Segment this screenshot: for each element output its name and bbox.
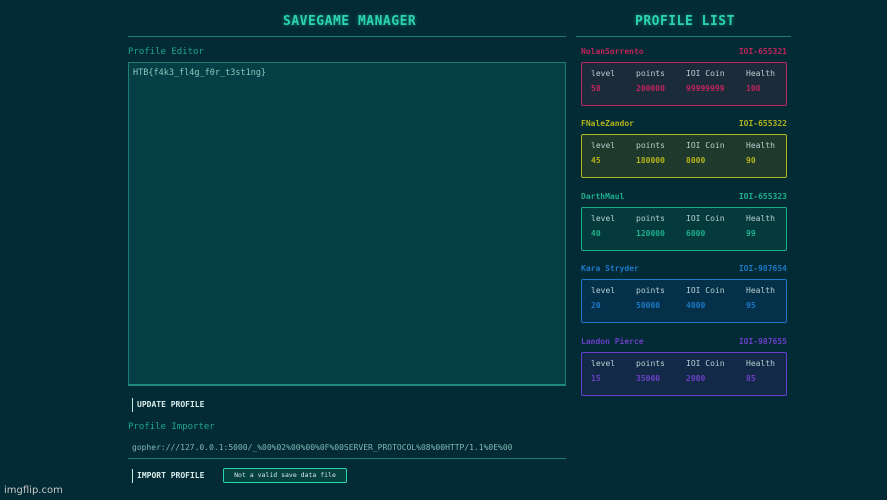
profile-name: NolanSorrento — [581, 47, 644, 56]
stat-value: 85 — [746, 374, 756, 383]
profile-id: IOI-655322 — [738, 119, 787, 128]
stat-header: Health — [746, 141, 775, 150]
stat-value: 120000 — [636, 229, 665, 238]
profile-name: Kara Stryder — [581, 264, 639, 273]
stat-header: Health — [746, 286, 775, 295]
stat-value: 15 — [591, 374, 601, 383]
stat-value: 50 — [591, 84, 601, 93]
profile-card[interactable]: level 45 points 180000 IOI Coin 8000 Health 90 — [581, 134, 787, 178]
stat-value: 99999999 — [686, 84, 725, 93]
stat-value: 2000 — [686, 374, 706, 383]
stat-header: points — [636, 359, 665, 368]
profile-id: IOI-987654 — [738, 264, 787, 273]
stat-header: IOI Coin — [686, 359, 725, 368]
profile-id: IOI-655323 — [738, 192, 787, 201]
profile-card[interactable]: level 15 points 35000 IOI Coin 2000 Health 85 — [581, 352, 787, 396]
profile-name: Landon Pierce — [581, 337, 644, 346]
stat-header: IOI Coin — [686, 286, 725, 295]
stat-header: level — [591, 359, 616, 368]
stat-header: level — [591, 286, 616, 295]
stat-header: points — [636, 286, 665, 295]
import-profile-button[interactable]: IMPORT PROFILE — [132, 469, 204, 483]
stat-header: Health — [746, 214, 775, 223]
stat-value: 40 — [591, 229, 601, 238]
stat-header: Health — [746, 69, 775, 78]
stat-header: IOI Coin — [686, 141, 725, 150]
stat-header: level — [591, 141, 616, 150]
savegame-manager-title: SAVEGAME MANAGER — [283, 14, 417, 29]
stat-value: 99 — [746, 229, 756, 238]
stat-header: points — [636, 69, 665, 78]
stat-header: points — [636, 214, 665, 223]
stat-value: 100 — [746, 84, 761, 93]
profile-id: IOI-987655 — [738, 337, 787, 346]
left-divider — [128, 36, 566, 37]
profile-id: IOI-655321 — [738, 47, 787, 56]
stat-value: 45 — [591, 156, 601, 165]
stat-header: level — [591, 69, 616, 78]
stat-header: Health — [746, 359, 775, 368]
profile-list-title: PROFILE LIST — [635, 14, 735, 29]
stat-value: 50000 — [636, 301, 661, 310]
update-profile-button[interactable]: UPDATE PROFILE — [132, 398, 204, 412]
stat-value: 35000 — [636, 374, 661, 383]
profile-editor-label: Profile Editor — [128, 47, 204, 57]
profile-card[interactable]: level 40 points 120000 IOI Coin 6000 Health 99 — [581, 207, 787, 251]
profile-editor-textarea[interactable]: HTB{f4k3_fl4g_f0r_t3st1ng} — [128, 62, 566, 386]
profile-card[interactable]: level 20 points 50000 IOI Coin 4000 Health 95 — [581, 279, 787, 323]
watermark: imgflip.com — [4, 485, 63, 496]
profile-name: DarthMaul — [581, 192, 625, 201]
stat-header: IOI Coin — [686, 69, 725, 78]
stat-value: 4000 — [686, 301, 706, 310]
stat-value: 6000 — [686, 229, 706, 238]
stat-value: 8000 — [686, 156, 706, 165]
error-toast: Not a valid save data file — [223, 468, 347, 483]
stat-value: 200000 — [636, 84, 665, 93]
profile-importer-label: Profile Importer — [128, 422, 215, 432]
profile-importer-input[interactable]: gopher:///127.0.0.1:5000/_%00%02%00%00%0… — [128, 437, 566, 459]
stat-header: IOI Coin — [686, 214, 725, 223]
stat-value: 95 — [746, 301, 756, 310]
stat-header: points — [636, 141, 665, 150]
profile-name: FNaleZandor — [581, 119, 634, 128]
right-divider — [576, 36, 791, 37]
stat-value: 180000 — [636, 156, 665, 165]
stat-value: 90 — [746, 156, 756, 165]
profile-card[interactable]: level 50 points 200000 IOI Coin 99999999 Healt… — [581, 62, 787, 106]
stat-value: 20 — [591, 301, 601, 310]
stat-header: level — [591, 214, 616, 223]
